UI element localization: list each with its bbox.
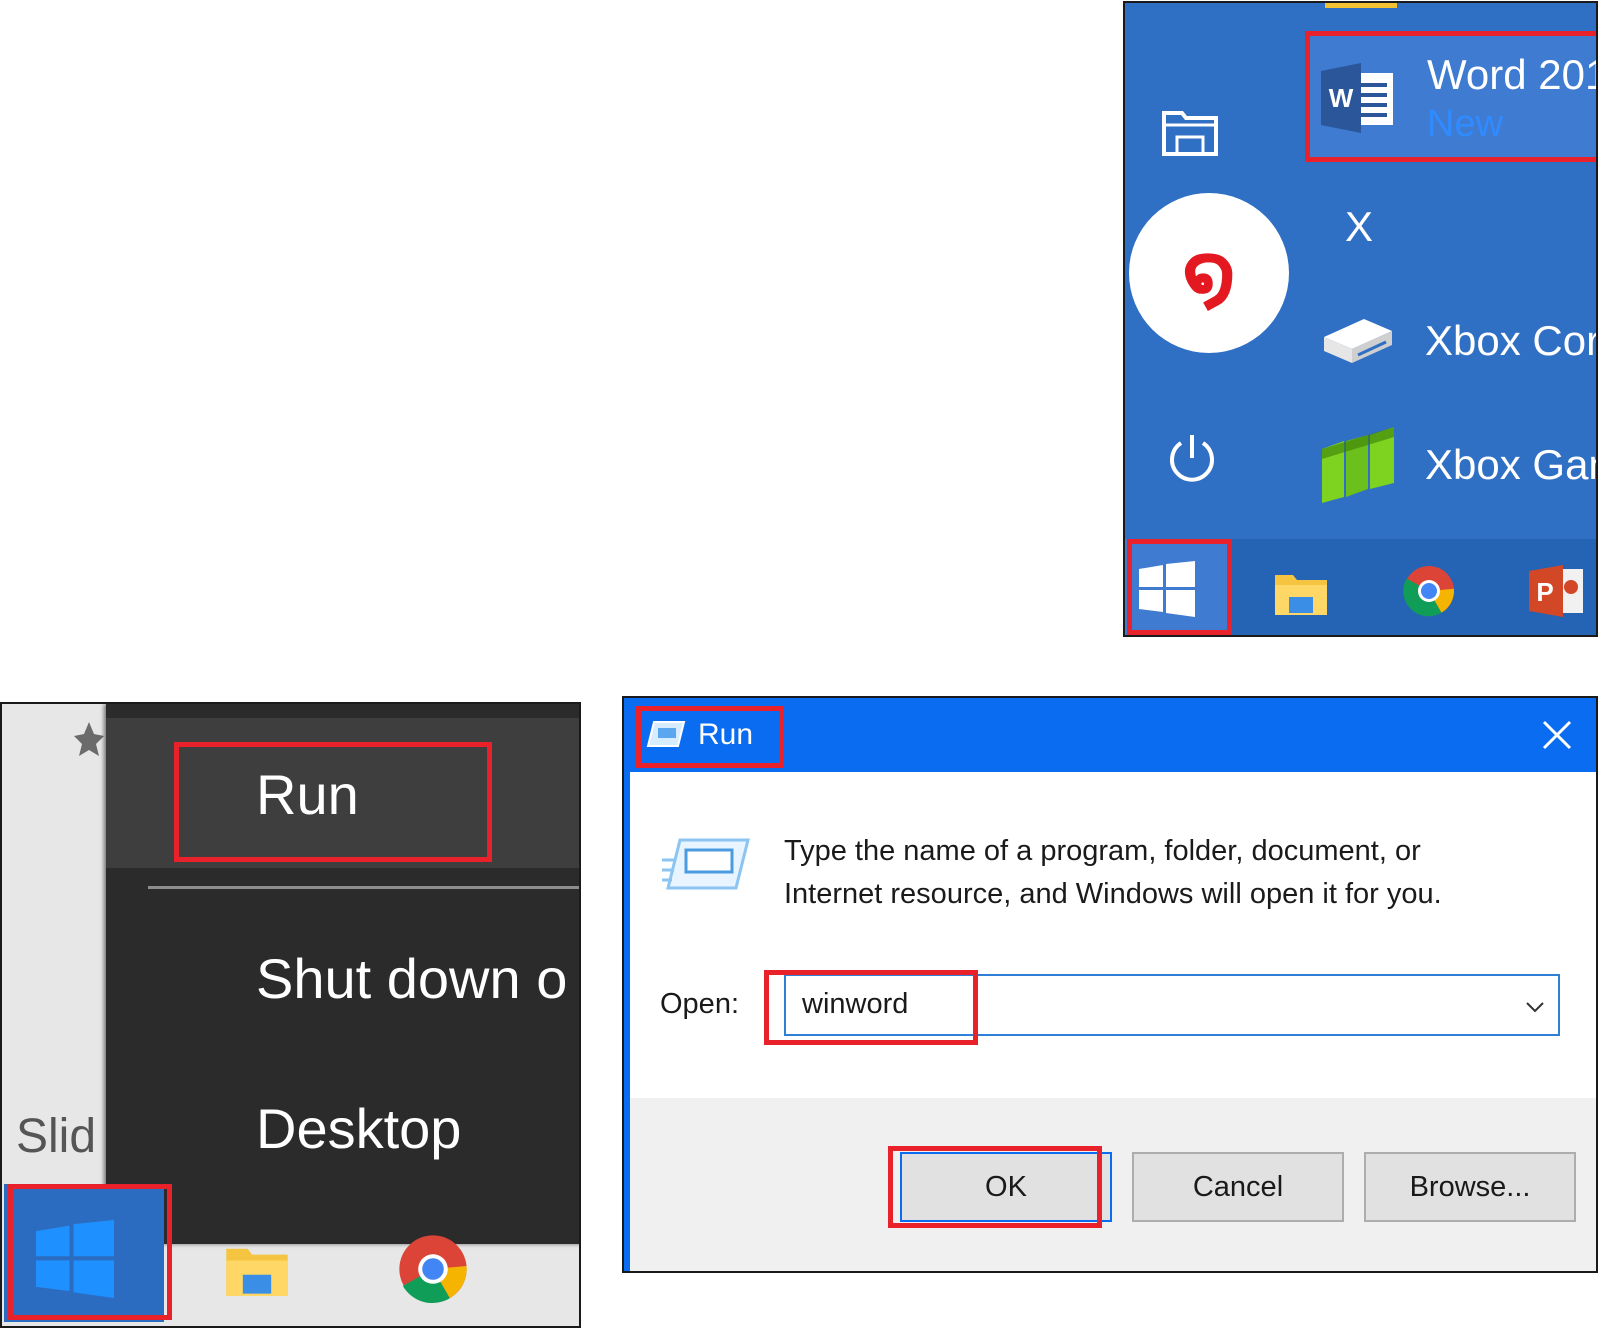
browse-button[interactable]: Browse... [1364,1152,1576,1222]
start-menu-item-xbox-console[interactable]: Xbox Cor [1320,303,1598,383]
slide-partial-label: Slid [16,1110,97,1163]
ok-button[interactable]: OK [900,1152,1112,1222]
xbox-game-label: Xbox Gan [1425,441,1598,488]
open-combobox[interactable]: winword [784,974,1560,1036]
partial-tile [1325,3,1397,8]
start-menu-item-word[interactable]: W Word 201 New [1307,31,1598,161]
pin-icon [74,722,104,756]
context-menu: Run Shut down o Desktop [106,704,579,1244]
run-program-icon [662,838,750,890]
chrome-icon[interactable] [1403,565,1455,617]
word-icon: W [1321,63,1393,133]
windows-start-icon [36,1220,114,1298]
context-menu-panel: Slid Run Shut down o Desktop [0,702,581,1328]
menu-item-shutdown[interactable]: Shut down o [106,924,579,1034]
windows-start-icon [1139,561,1195,617]
xbox-console-label: Xbox Cor [1425,317,1598,364]
menu-item-shutdown-label: Shut down o [256,947,568,1010]
run-dialog-description: Type the name of a program, folder, docu… [784,830,1544,916]
cancel-button[interactable]: Cancel [1132,1152,1344,1222]
chevron-down-icon[interactable] [1522,994,1548,1020]
file-explorer-icon[interactable] [222,1244,292,1296]
run-dialog-titlebar: Run [624,698,1596,772]
run-dialog: Run Type the name of a program, folder, … [622,696,1598,1273]
file-explorer-icon[interactable] [1275,571,1327,615]
close-icon[interactable] [1532,710,1582,760]
menu-separator [148,886,579,889]
menu-item-desktop[interactable]: Desktop [106,1074,579,1184]
step-number-badge: ໑ [1129,193,1289,353]
start-menu-item-xbox-game[interactable]: Xbox Gan [1320,423,1598,513]
file-explorer-icon[interactable] [1161,107,1219,157]
description-line-1: Type the name of a program, folder, docu… [784,835,1421,867]
x-app-label[interactable]: X [1345,203,1373,251]
start-button[interactable] [4,1184,164,1322]
powerpoint-icon[interactable]: P [1529,565,1583,617]
xbox-console-icon [1324,319,1392,363]
description-line-2: Internet resource, and Windows will open… [784,878,1442,910]
menu-item-desktop-label: Desktop [256,1097,462,1160]
menu-item-run-label: Run [256,763,359,826]
chrome-icon[interactable] [398,1234,468,1304]
new-badge: New [1427,103,1504,145]
word-app-label: Word 201 [1427,51,1598,98]
menu-item-run[interactable]: Run [106,718,579,868]
svg-text:P: P [1536,577,1553,607]
open-input-value[interactable]: winword [802,988,908,1021]
run-icon [646,721,686,747]
start-button[interactable] [1125,539,1230,635]
svg-text:W: W [1329,83,1354,113]
start-menu-panel: W Word 201 New ໑ X Xbox Cor Xbox Gan P [1123,1,1598,637]
open-label: Open: [660,988,739,1020]
xbox-game-bar-icon [1322,427,1394,503]
power-icon[interactable] [1165,431,1219,485]
run-dialog-title: Run [698,718,754,751]
